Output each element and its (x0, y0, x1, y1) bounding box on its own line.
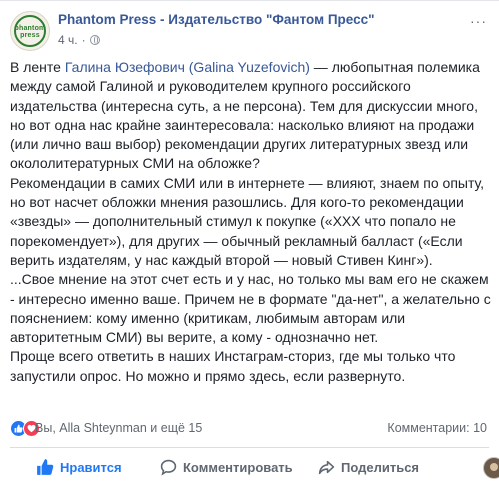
meta-separator: · (81, 33, 86, 47)
post-header: phantom press Phantom Press - Издательст… (0, 1, 499, 53)
post-body: В ленте Галина Юзефович (Galina Yuzefovi… (10, 58, 492, 386)
post-paragraph-3: ...Свое мнение на этот счет есть и у нас… (10, 271, 491, 346)
action-bar: Нравится Комментировать Поделиться (0, 449, 499, 487)
mention-link[interactable]: Галина Юзефович (Galina Yuzefovich) (65, 59, 310, 75)
viewer-avatar (483, 457, 499, 479)
post-paragraph-4: Проще всего ответить в наших Инстаграм-с… (10, 348, 456, 384)
post-paragraph-1: В ленте Галина Юзефович (Galina Yuzefovi… (10, 58, 492, 174)
paragraph-1-rest: — любопытная полемика между самой Галино… (10, 59, 480, 172)
actions-divider (10, 447, 489, 448)
thumbs-up-icon (37, 459, 54, 475)
page-avatar[interactable]: phantom press (10, 11, 50, 51)
comment-button-label: Комментировать (183, 460, 293, 475)
comment-button[interactable]: Комментировать (160, 449, 293, 487)
post-paragraph-2: Рекомендации в самих СМИ или в интернете… (10, 174, 485, 268)
page-name-link[interactable]: Phantom Press - Издательство "Фантом Пре… (58, 12, 375, 27)
more-options-icon[interactable]: ··· (470, 13, 487, 29)
post-timestamp[interactable]: 4 ч. (58, 33, 78, 47)
share-button-label: Поделиться (341, 460, 420, 475)
share-button[interactable]: Поделиться (318, 449, 419, 487)
paragraph-1-prefix: В ленте (10, 59, 65, 75)
post-card: phantom press Phantom Press - Издательст… (0, 0, 499, 493)
reactors-summary[interactable]: Вы, Alla Shteynman и ещё 15 (35, 421, 202, 435)
globe-icon[interactable] (89, 35, 100, 45)
like-button[interactable]: Нравится (36, 449, 122, 487)
reactions-bar: Вы, Alla Shteynman и ещё 15 Комментарии:… (0, 418, 499, 440)
avatar-logo-text: phantom press (14, 25, 46, 39)
post-meta: 4 ч. · (58, 33, 100, 47)
like-button-label: Нравится (60, 460, 122, 475)
share-arrow-icon (318, 460, 335, 475)
comment-bubble-icon (160, 459, 177, 476)
comments-count-link[interactable]: Комментарии: 10 (387, 421, 487, 435)
